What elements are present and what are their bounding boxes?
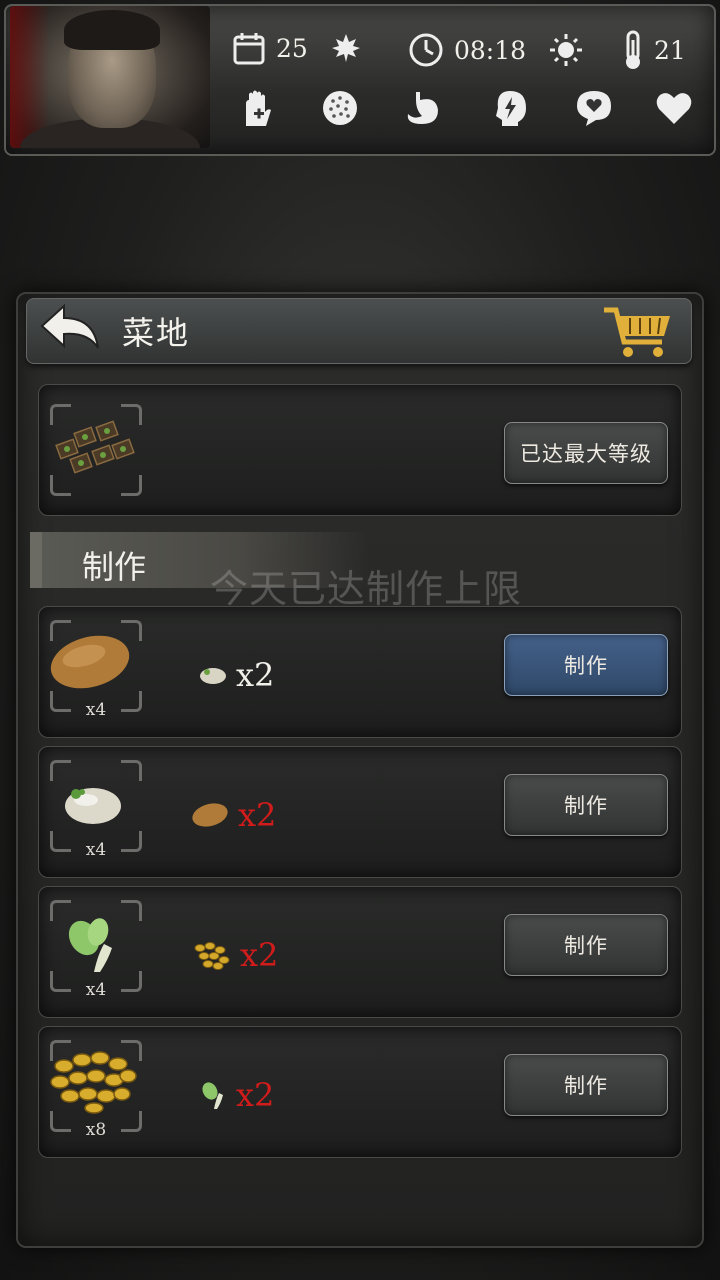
bok-choy-icon xyxy=(202,1082,223,1109)
output-quantity: x4 xyxy=(85,980,107,1000)
vegetable-plots-icon xyxy=(55,420,135,474)
temperature-value: 21 xyxy=(654,35,686,65)
recipe-cost: x2 xyxy=(198,656,274,694)
recipe-cost: x2 xyxy=(192,936,278,974)
shop-cart-button[interactable] xyxy=(600,302,676,362)
cost-quantity: x2 xyxy=(238,796,277,834)
virus-icon[interactable] xyxy=(320,88,360,128)
recipe-cost: x2 xyxy=(200,1076,274,1114)
day-value: 25 xyxy=(276,33,308,63)
output-quantity: x4 xyxy=(85,840,107,860)
cabbage-icon xyxy=(65,788,121,824)
recipe-output-slot[interactable]: x4 xyxy=(50,900,142,1000)
maple-leaf-icon xyxy=(330,32,362,64)
cost-quantity: x2 xyxy=(240,936,279,974)
character-portrait[interactable] xyxy=(10,6,210,148)
output-quantity: x8 xyxy=(85,1120,107,1140)
craft-limit-notice: 今天已达制作上限 xyxy=(210,567,523,611)
bok-choy-icon xyxy=(68,918,112,972)
clock-icon xyxy=(408,32,444,68)
facility-slot xyxy=(50,404,142,496)
recipe-cost: x2 xyxy=(190,796,276,834)
temperature-indicator: 21 xyxy=(622,30,686,70)
recipe-output-slot[interactable]: x4 xyxy=(50,760,142,860)
grain-icon xyxy=(194,942,230,970)
back-button[interactable] xyxy=(36,302,106,358)
output-quantity: x4 xyxy=(85,700,107,720)
cost-quantity: x2 xyxy=(236,1076,275,1114)
thermometer-icon xyxy=(622,30,644,70)
potato-icon xyxy=(50,635,130,689)
recipe-output-slot[interactable]: x4 xyxy=(50,620,142,720)
crafting-section-label: 制作 xyxy=(82,548,147,586)
max-level-button[interactable]: 已达最大等级 xyxy=(504,422,668,484)
craft-button[interactable]: 制作 xyxy=(504,774,668,836)
craft-button[interactable]: 制作 xyxy=(504,1054,668,1116)
craft-button[interactable]: 制作 xyxy=(504,634,668,696)
cabbage-icon xyxy=(200,668,226,684)
calendar-icon xyxy=(232,30,266,66)
clock: 08:18 xyxy=(408,32,526,68)
craft-button[interactable]: 制作 xyxy=(504,914,668,976)
season-indicator xyxy=(330,32,362,64)
day-counter: 25 xyxy=(232,30,308,66)
back-arrow-icon xyxy=(40,303,99,349)
weather-indicator xyxy=(548,32,584,68)
recipe-output-slot[interactable]: x8 xyxy=(50,1040,142,1140)
grain-icon xyxy=(50,1051,137,1114)
shopping-cart-icon xyxy=(604,307,670,357)
mood-icon[interactable] xyxy=(574,88,614,128)
panel-title: 菜地 xyxy=(122,314,191,352)
cost-quantity: x2 xyxy=(236,656,275,694)
time-value: 08:18 xyxy=(454,35,527,65)
stomach-icon[interactable] xyxy=(402,88,442,128)
energy-head-icon[interactable] xyxy=(490,88,530,128)
medical-glove-icon[interactable] xyxy=(238,88,278,128)
potato-icon xyxy=(192,803,228,827)
sun-icon xyxy=(548,32,584,68)
health-heart-icon[interactable] xyxy=(654,88,694,128)
